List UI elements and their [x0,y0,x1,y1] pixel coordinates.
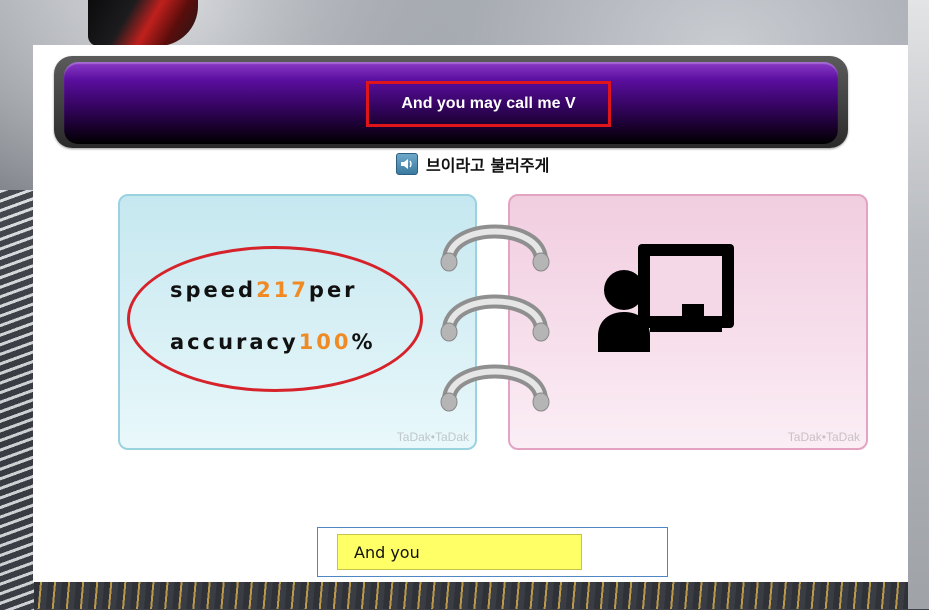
speaker-icon[interactable] [396,153,418,175]
binder-ring-icon [440,364,550,412]
binder-ring-icon [440,294,550,342]
translation-row: 브이라고 불러주게 [396,152,549,176]
target-sentence: And you may call me V [401,95,576,112]
speed-label: speed [170,278,257,302]
card-watermark: TaDak•TaDak [787,430,860,444]
speed-unit: per [308,278,358,302]
card-watermark: TaDak•TaDak [396,430,469,444]
binder-ring-icon [440,224,550,272]
speed-value: 217 [256,278,309,302]
typing-input[interactable] [337,534,582,570]
background-stripes [0,190,34,610]
stats-highlight-ellipse [127,246,423,392]
speed-stat: speed217per [170,278,358,302]
background-bottom-strip [34,582,908,609]
translation-text: 브이라고 불러주게 [426,156,550,175]
background-right-edge [908,0,929,609]
presenter-icon [598,244,734,352]
sentence-highlight-box: And you may call me V [366,81,611,127]
accuracy-value: 100 [298,330,352,354]
accuracy-unit: % [351,330,376,354]
accuracy-stat: accuracy100% [170,330,376,354]
accuracy-label: accuracy [170,330,299,354]
